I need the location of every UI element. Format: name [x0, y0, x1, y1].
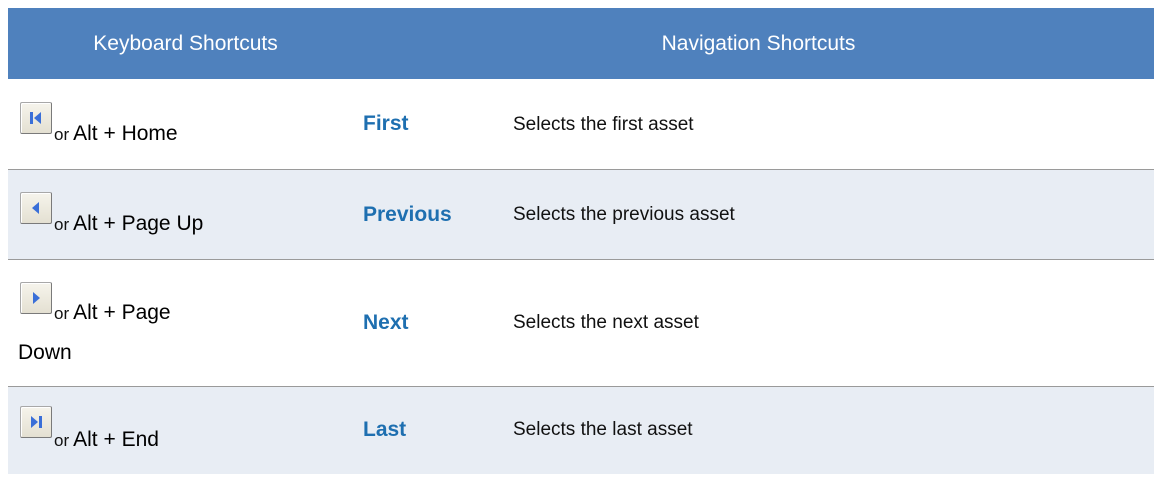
next-icon[interactable] — [20, 282, 52, 314]
key-combination: Alt + Page Up — [73, 212, 204, 235]
last-icon[interactable] — [20, 406, 52, 438]
shortcut-name: First — [363, 112, 409, 135]
or-label: or — [54, 215, 70, 234]
shortcuts-table: Keyboard Shortcuts Navigation Shortcuts … — [8, 8, 1154, 474]
keyboard-shortcut-cell: or Alt + Page Up — [18, 170, 338, 259]
shortcut-description: Selects the previous asset — [513, 204, 735, 225]
table-header: Keyboard Shortcuts Navigation Shortcuts — [8, 8, 1154, 79]
table-row: or Alt + End Last Selects the last asset — [8, 387, 1154, 474]
shortcut-name: Previous — [363, 203, 452, 226]
shortcut-description: Selects the next asset — [513, 312, 699, 333]
shortcut-name: Last — [363, 418, 407, 441]
key-combination: Alt + Page — [73, 301, 171, 324]
header-keyboard-shortcuts: Keyboard Shortcuts — [93, 32, 278, 55]
table-row: or Alt + Page Up Previous Selects the pre… — [8, 170, 1154, 260]
first-icon[interactable] — [20, 102, 52, 134]
keyboard-shortcut-cell: or Alt + End — [18, 387, 338, 474]
or-label: or — [54, 431, 70, 450]
shortcut-description: Selects the first asset — [513, 114, 694, 135]
table-row: or Alt + Home First Selects the first ass… — [8, 79, 1154, 170]
or-label: or — [54, 304, 70, 323]
header-navigation-shortcuts: Navigation Shortcuts — [661, 32, 856, 55]
shortcut-description: Selects the last asset — [513, 419, 693, 440]
keyboard-shortcut-cell: or Alt + Page Down — [18, 260, 338, 386]
key-combination-continued: Down — [18, 341, 72, 364]
previous-icon[interactable] — [20, 192, 52, 224]
key-combination: Alt + End — [73, 428, 159, 451]
keyboard-shortcut-cell: or Alt + Home — [18, 79, 338, 169]
key-combination: Alt + Home — [73, 122, 178, 145]
or-label: or — [54, 125, 70, 144]
shortcut-name: Next — [363, 311, 409, 334]
table-row: or Alt + Page Down Next Selects the next … — [8, 260, 1154, 387]
